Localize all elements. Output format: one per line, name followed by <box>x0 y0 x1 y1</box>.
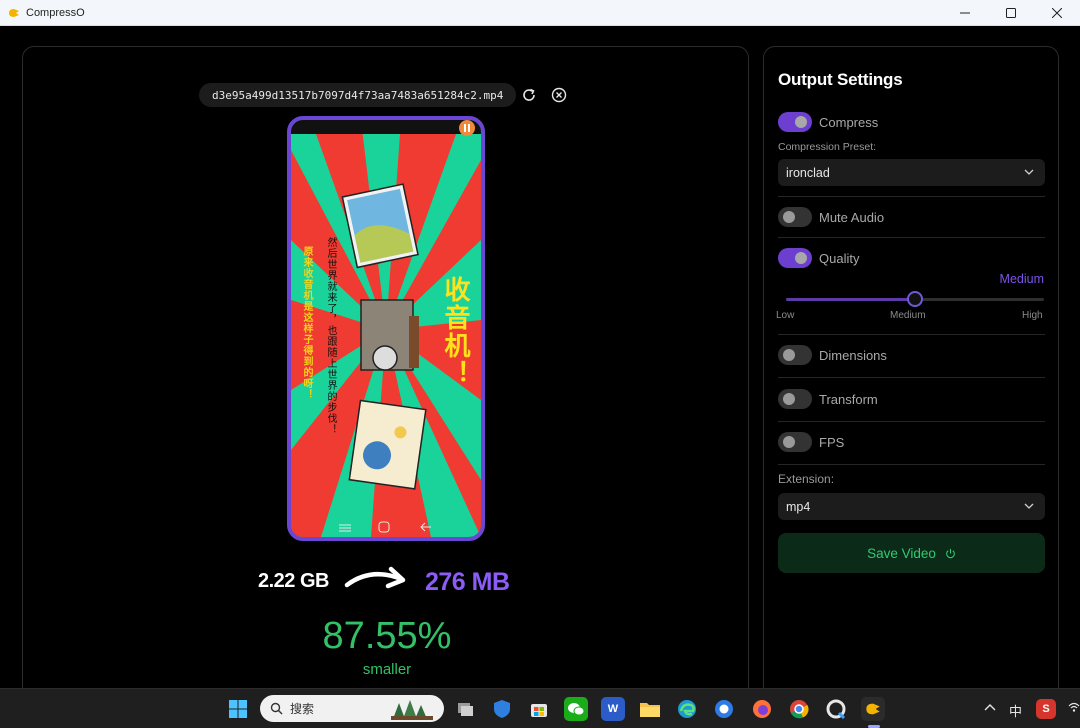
maximize-button[interactable] <box>988 0 1034 26</box>
title-bar: CompressO <box>0 0 1080 26</box>
dimensions-label: Dimensions <box>819 347 887 363</box>
quality-slider-thumb[interactable] <box>907 291 923 307</box>
search-placeholder: 搜索 <box>290 702 315 716</box>
taskbar-search[interactable]: 搜索 <box>260 695 444 722</box>
qq-browser-icon[interactable] <box>824 697 848 721</box>
filename-label: d3e95a499d13517b7097d4f73aa7483a651284c2… <box>199 83 517 107</box>
video-caption-text: 然后世界就来了，也跟随上世界的步伐！ <box>325 237 336 435</box>
divider <box>778 377 1045 378</box>
transform-label: Transform <box>819 391 878 407</box>
video-title-text: 收音机！ <box>440 276 470 388</box>
preview-panel: d3e95a499d13517b7097d4f73aa7483a651284c2… <box>22 46 749 706</box>
power-icon <box>946 548 955 558</box>
quality-slider-fill <box>786 298 915 301</box>
file-explorer-icon[interactable] <box>638 697 662 721</box>
fps-setting: FPS <box>778 431 844 453</box>
wechat-icon[interactable] <box>564 697 588 721</box>
extension-label: Extension: <box>778 472 835 486</box>
search-icon <box>270 702 283 715</box>
transform-setting: Transform <box>778 388 878 410</box>
sogou-ime-icon[interactable]: S <box>1036 699 1056 719</box>
quality-value: Medium <box>999 272 1044 286</box>
store-icon[interactable] <box>527 697 551 721</box>
ime-indicator[interactable]: 中 <box>1009 701 1022 720</box>
extension-value: mp4 <box>786 499 811 514</box>
quality-setting: Quality <box>778 247 859 269</box>
chevron-down-icon <box>1024 503 1034 509</box>
compressed-size: 276 MB <box>425 568 510 596</box>
app-blue-icon[interactable] <box>712 697 736 721</box>
mute-audio-setting: Mute Audio <box>778 206 884 228</box>
mute-audio-toggle[interactable] <box>778 207 812 227</box>
windows-start-icon[interactable] <box>226 697 250 721</box>
task-view-icon[interactable] <box>453 697 477 721</box>
video-subtitle-text: 原来收音机是这样子得到的呀！ <box>301 246 312 400</box>
chevron-down-icon <box>1024 169 1034 175</box>
firefox-icon[interactable] <box>750 697 774 721</box>
quality-tick-medium: Medium <box>890 310 926 321</box>
arrow-right-icon <box>344 566 406 589</box>
reduction-label: smaller <box>362 661 412 678</box>
save-video-label: Save Video <box>867 545 936 561</box>
divider <box>778 464 1045 465</box>
remove-file-button[interactable] <box>550 86 568 104</box>
quality-toggle[interactable] <box>778 248 812 268</box>
compresso-logo-icon <box>9 8 19 17</box>
fps-toggle[interactable] <box>778 432 812 452</box>
tray-overflow-icon[interactable] <box>984 701 996 715</box>
divider <box>778 237 1045 238</box>
compress-toggle[interactable] <box>778 112 812 132</box>
search-highlight-icon <box>391 700 433 720</box>
quality-slider[interactable] <box>786 291 1044 307</box>
compress-label: Compress <box>819 114 879 130</box>
original-size: 2.22 GB <box>258 570 329 592</box>
compresso-taskbar-icon[interactable] <box>861 697 885 721</box>
maximize-icon <box>1006 8 1016 18</box>
dimensions-setting: Dimensions <box>778 344 887 366</box>
word-icon[interactable]: W <box>601 697 625 721</box>
preset-label: Compression Preset: <box>778 141 877 153</box>
quality-label: Quality <box>819 250 860 266</box>
quality-tick-high: High <box>1022 310 1043 321</box>
dimensions-toggle[interactable] <box>778 345 812 365</box>
transform-toggle[interactable] <box>778 389 812 409</box>
reduction-percent: 87.55% <box>322 615 452 657</box>
close-window-button[interactable] <box>1034 0 1080 26</box>
quality-tick-low: Low <box>776 310 795 321</box>
output-settings-panel: Output Settings Compress Compression Pre… <box>763 46 1059 706</box>
preset-value: ironclad <box>786 165 830 180</box>
divider <box>778 196 1045 197</box>
reload-icon <box>523 88 535 101</box>
mute-audio-label: Mute Audio <box>819 209 885 225</box>
fps-label: FPS <box>819 434 845 450</box>
window-title: CompressO <box>26 6 85 19</box>
settings-title: Output Settings <box>778 70 903 89</box>
security-shield-icon[interactable] <box>490 697 514 721</box>
video-preview[interactable]: 收音机！ 然后世界就来了，也跟随上世界的步伐！ 原来收音机是这样子得到的呀！ <box>287 116 485 541</box>
reload-button[interactable] <box>520 86 538 104</box>
save-video-button[interactable]: Save Video <box>778 533 1045 573</box>
compress-setting: Compress <box>778 111 878 133</box>
minimize-icon <box>960 12 970 14</box>
close-circle-icon <box>551 87 567 103</box>
divider <box>778 334 1045 335</box>
taskbar: 搜索 W 中 S <box>0 688 1080 728</box>
close-icon <box>1052 8 1062 18</box>
preset-select[interactable]: ironclad <box>778 159 1045 186</box>
minimize-button[interactable] <box>942 0 988 26</box>
wifi-icon[interactable] <box>1068 701 1080 716</box>
extension-select[interactable]: mp4 <box>778 493 1045 520</box>
chrome-icon[interactable] <box>787 697 811 721</box>
divider <box>778 421 1045 422</box>
edge-browser-icon[interactable] <box>675 697 699 721</box>
